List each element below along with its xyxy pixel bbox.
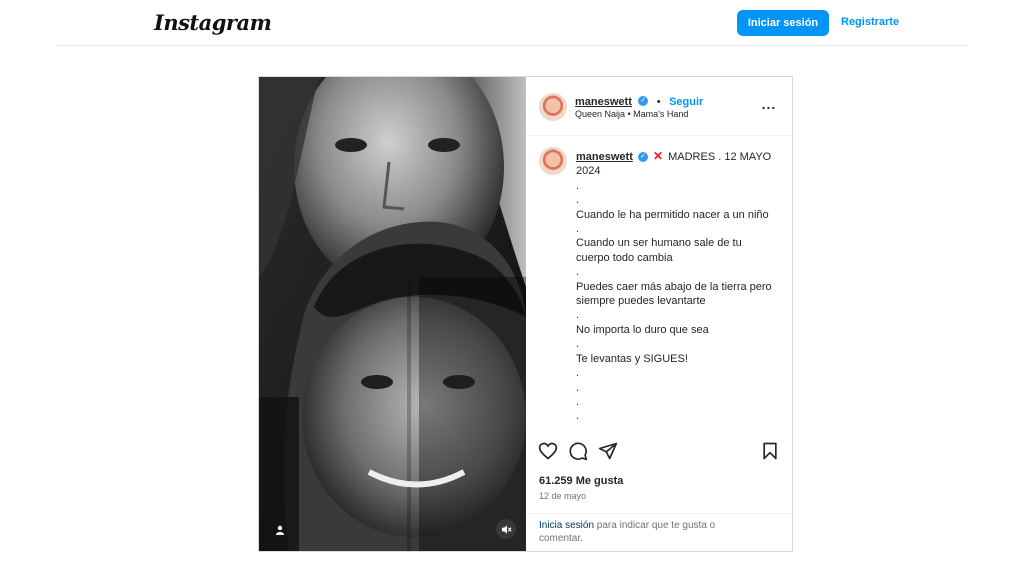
post-author-row: maneswett ✓ • Seguir — [575, 92, 703, 110]
caption-line: Te levantas y SIGUES! — [576, 352, 688, 365]
user-tag-icon[interactable] — [271, 521, 289, 539]
caption-line: . — [576, 395, 580, 408]
heart-icon[interactable] — [537, 441, 559, 463]
caption-line: . — [576, 223, 580, 236]
follow-button[interactable]: Seguir — [669, 96, 703, 108]
post-actions-bar — [527, 435, 792, 465]
top-nav-bar: Instagram Iniciar sesión Registrarte — [0, 0, 1024, 46]
avatar[interactable] — [539, 93, 567, 121]
mute-icon[interactable] — [496, 519, 516, 539]
caption-line: . — [576, 381, 580, 394]
more-options-button[interactable]: ... — [757, 95, 781, 113]
caption-line: . — [576, 410, 580, 423]
caption-area: maneswett ✓ ✕ MADRES . 12 MAYO 2024 . . … — [527, 137, 792, 429]
post-card: maneswett ✓ • Seguir Queen Naija • Mama'… — [258, 76, 793, 552]
video-frame-photo — [259, 77, 526, 551]
login-prompt: Inicia sesión para indicar que te gusta … — [527, 513, 792, 551]
post-media-video[interactable] — [259, 77, 526, 551]
caption-line: Cuando le ha permitido nacer a un niño — [576, 208, 769, 221]
caption-line: . — [576, 367, 580, 380]
separator: • — [656, 96, 661, 108]
caption-line: . — [576, 309, 580, 322]
header-divider — [56, 45, 968, 46]
caption-line: Puedes caer más abajo de la tierra pero … — [576, 280, 772, 308]
caption-line: . — [576, 194, 580, 207]
post-sidebar: maneswett ✓ • Seguir Queen Naija • Mama'… — [527, 77, 792, 551]
cross-mark-icon: ✕ — [652, 149, 664, 163]
username-link[interactable]: maneswett — [575, 96, 632, 108]
bookmark-icon[interactable] — [759, 441, 781, 463]
post-date[interactable]: 12 de mayo — [539, 491, 586, 501]
caption-text: maneswett ✓ ✕ MADRES . 12 MAYO 2024 . . … — [576, 149, 776, 424]
login-link[interactable]: Inicia sesión — [539, 520, 594, 531]
comment-icon[interactable] — [567, 441, 589, 463]
login-button[interactable]: Iniciar sesión — [737, 10, 829, 36]
signup-link[interactable]: Registrarte — [841, 16, 899, 28]
caption-line: . — [576, 338, 580, 351]
like-count[interactable]: 61.259 Me gusta — [539, 475, 623, 487]
post-header: maneswett ✓ • Seguir Queen Naija • Mama'… — [527, 77, 792, 136]
share-icon[interactable] — [597, 441, 619, 463]
caption-line: No importa lo duro que sea — [576, 323, 709, 336]
verified-badge-icon: ✓ — [637, 152, 648, 163]
verified-badge-icon: ✓ — [638, 95, 649, 106]
caption-line: Cuando un ser humano sale de tu cuerpo t… — [576, 237, 742, 264]
audio-track-label[interactable]: Queen Naija • Mama's Hand — [575, 109, 688, 119]
caption-username-link[interactable]: maneswett — [576, 151, 633, 163]
caption-line: . — [576, 266, 580, 279]
caption-line: . — [576, 179, 580, 192]
instagram-logo[interactable]: Instagram — [154, 10, 272, 35]
avatar[interactable] — [539, 147, 567, 175]
